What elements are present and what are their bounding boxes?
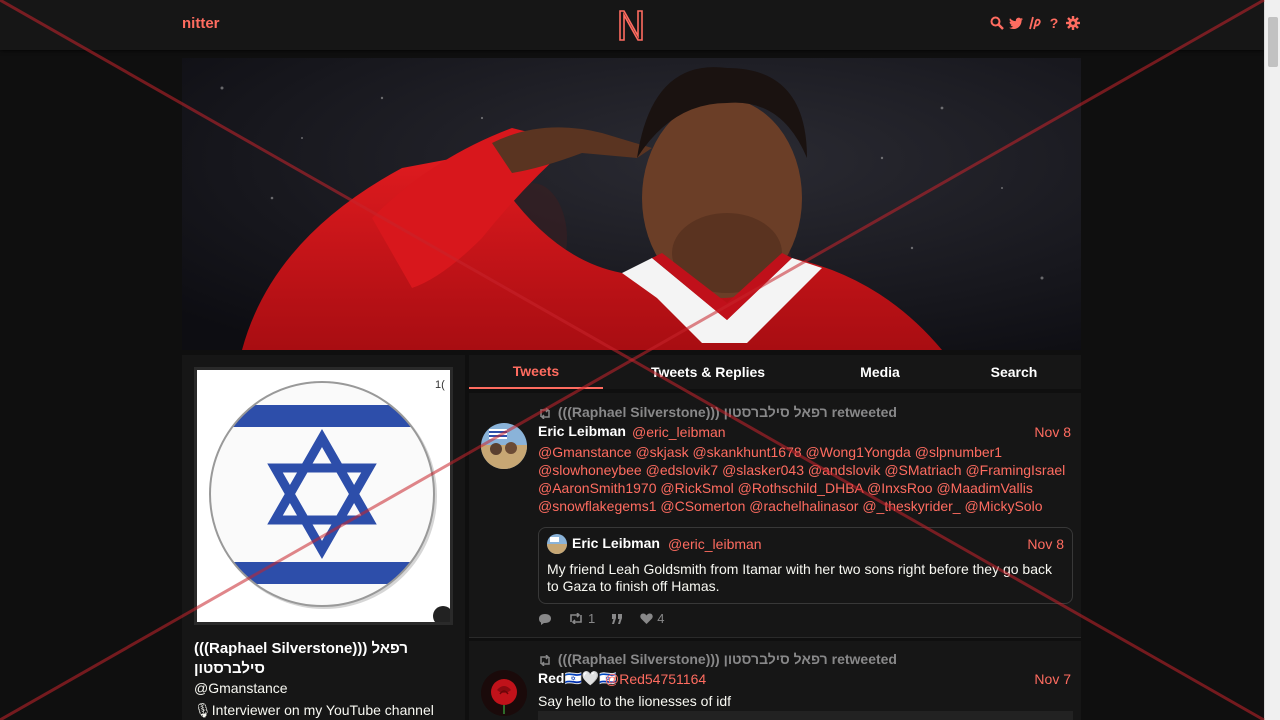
retweet-stat[interactable]: 1 xyxy=(568,611,595,626)
top-navbar: nitter ? xyxy=(0,0,1264,50)
like-count: 4 xyxy=(657,611,665,626)
quote-date[interactable]: Nov 8 xyxy=(1027,536,1064,552)
quote-username[interactable]: @eric_leibman xyxy=(668,536,762,552)
heart-icon xyxy=(640,613,653,624)
profile-card: 1( (((Raphael Silverstone))) רפאל סילברס… xyxy=(182,355,465,720)
tab-search[interactable]: Search xyxy=(974,355,1054,389)
profile-fullname[interactable]: (((Raphael Silverstone))) רפאל סילברסטון xyxy=(194,639,454,679)
tweet-fullname[interactable]: Eric Leibman xyxy=(538,423,626,439)
tweet-body: Say hello to the lionesses of idf xyxy=(538,693,732,709)
tweet-body: @Gmanstance @skjask @skankhunt1678 @Wong… xyxy=(538,443,1073,515)
search-icon[interactable] xyxy=(990,15,1004,31)
tweet-body-line[interactable]: @AaronSmith1970 @RickSmol @Rothschild_DH… xyxy=(538,479,1073,497)
tab-tweets-replies[interactable]: Tweets & Replies xyxy=(639,355,777,389)
quoted-tweet[interactable]: Eric Leibman @eric_leibman Nov 8 My frie… xyxy=(538,527,1073,604)
timeline: Tweets Tweets & Replies Media Search (((… xyxy=(469,355,1081,720)
quote-text: My friend Leah Goldsmith from Itamar wit… xyxy=(547,561,1053,594)
timeline-tabs: Tweets Tweets & Replies Media Search xyxy=(469,355,1081,389)
profile-avatar[interactable]: 1( xyxy=(194,367,453,625)
tweet-body-line[interactable]: @snowflakegems1 @CSomerton @rachelhalina… xyxy=(538,497,1073,515)
retweet-header: (((Raphael Silverstone))) רפאל סילברסטון… xyxy=(538,404,897,420)
retweet-header-text: (((Raphael Silverstone))) רפאל סילברסטון… xyxy=(557,404,897,420)
nitter-brand-link[interactable]: nitter xyxy=(182,15,220,32)
profile-username[interactable]: @Gmanstance xyxy=(194,680,288,696)
reply-stat[interactable] xyxy=(538,613,552,625)
scrollbar-thumb[interactable] xyxy=(1268,17,1278,67)
like-stat[interactable]: 4 xyxy=(640,611,664,626)
page-scrollbar[interactable] xyxy=(1264,0,1280,720)
tweet-stats: 1 4 xyxy=(538,611,664,626)
tweet-date[interactable]: Nov 7 xyxy=(1034,671,1071,687)
lp-icon[interactable] xyxy=(1028,15,1042,31)
nav-icon-group: ? xyxy=(990,15,1080,31)
nitter-logo-icon[interactable] xyxy=(617,8,645,42)
tweet-body-line[interactable]: @slowhoneybee @edslovik7 @slasker043 @an… xyxy=(538,461,1073,479)
retweet-icon xyxy=(540,654,550,667)
retweet-count: 1 xyxy=(588,611,596,626)
comment-icon xyxy=(539,613,551,625)
quote-icon xyxy=(612,613,623,624)
tweet-avatar[interactable] xyxy=(481,423,527,469)
avatar-badge: 1( xyxy=(435,379,445,391)
tweet-avatar[interactable] xyxy=(481,670,527,716)
quote-stat[interactable] xyxy=(611,613,624,624)
tweet-body-line[interactable]: @Gmanstance @skjask @skankhunt1678 @Wong… xyxy=(538,443,1073,461)
tweet-username[interactable]: @Red54751164 xyxy=(605,671,706,687)
tab-media[interactable]: Media xyxy=(839,355,921,389)
tweet-item[interactable]: (((Raphael Silverstone))) רפאל סילברסטון… xyxy=(469,393,1081,638)
retweet-icon xyxy=(570,613,582,624)
help-icon[interactable]: ? xyxy=(1047,15,1061,31)
retweet-header-text: (((Raphael Silverstone))) רפאל סילברסטון… xyxy=(557,651,897,667)
tweet-username[interactable]: @eric_leibman xyxy=(632,424,726,440)
tab-tweets[interactable]: Tweets xyxy=(469,355,603,389)
tweet-media[interactable] xyxy=(538,711,1073,720)
tweet-date[interactable]: Nov 8 xyxy=(1034,424,1071,440)
retweet-header: (((Raphael Silverstone))) רפאל סילברסטון… xyxy=(538,651,897,667)
retweet-icon xyxy=(540,407,550,420)
twitter-bird-icon[interactable] xyxy=(1009,15,1023,31)
profile-banner[interactable] xyxy=(182,58,1081,350)
profile-bio: 🎙Interviewer on my YouTube channel xyxy=(194,702,434,718)
gear-icon[interactable] xyxy=(1066,15,1080,31)
quote-fullname[interactable]: Eric Leibman xyxy=(572,535,660,551)
quote-avatar[interactable] xyxy=(547,534,567,554)
tweet-item[interactable]: (((Raphael Silverstone))) רפאל סילברסטון… xyxy=(469,641,1081,720)
